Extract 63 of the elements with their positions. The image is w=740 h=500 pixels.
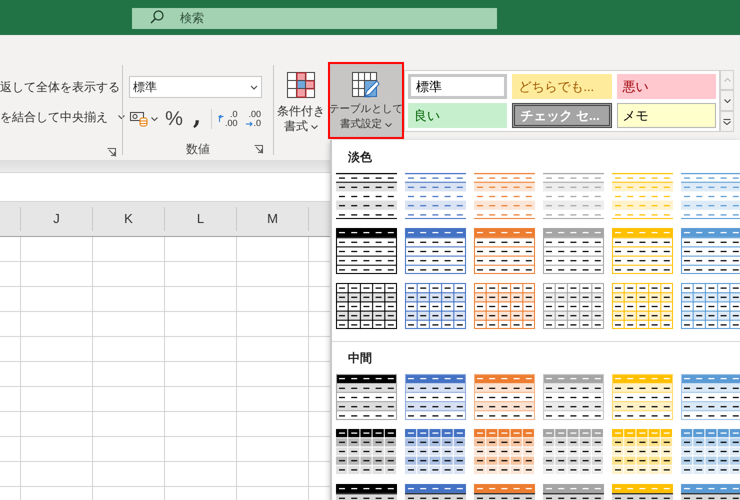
column-header[interactable]: J: [53, 209, 60, 229]
table-style-thumbnail[interactable]: [336, 283, 397, 329]
group-label: 数値: [186, 141, 210, 158]
column-header[interactable]: L: [196, 209, 204, 229]
cell-style-option[interactable]: メモ: [616, 103, 716, 128]
alignment-command[interactable]: 返して全体を表示する: [0, 78, 120, 96]
cell-style-option[interactable]: 良い: [408, 103, 508, 128]
table-style-thumbnail[interactable]: [681, 228, 740, 274]
table-style-thumbnail[interactable]: [405, 228, 466, 274]
increase-decimal-button[interactable]: .0 .00: [218, 108, 238, 130]
caret-icon: [151, 117, 158, 121]
table-style-thumbnail[interactable]: [681, 429, 740, 475]
currency-icon: [130, 111, 148, 127]
column-header[interactable]: K: [124, 209, 133, 229]
table-style-thumbnail[interactable]: [474, 429, 535, 475]
cell-style-option[interactable]: どちらでも...: [512, 74, 612, 99]
expand-icon: [723, 118, 731, 124]
search-icon: [150, 10, 164, 24]
table-style-thumbnail[interactable]: [405, 374, 466, 420]
scroll-down-button[interactable]: [720, 90, 734, 111]
section-heading: 中間: [348, 351, 372, 365]
caret-icon: [118, 115, 125, 119]
table-pen-icon: [352, 72, 380, 98]
right-arrow-icon: [246, 120, 253, 126]
up-caret-icon: [724, 78, 730, 82]
caret-icon: [385, 122, 392, 126]
percent-style-button[interactable]: %: [163, 108, 185, 130]
caret-icon: [250, 84, 258, 90]
table-style-thumbnail[interactable]: [405, 173, 466, 219]
table-style-thumbnail[interactable]: [474, 173, 535, 219]
table-style-thumbnail[interactable]: [405, 429, 466, 475]
table-style-thumbnail[interactable]: [681, 283, 740, 329]
cell-style-option[interactable]: 悪い: [616, 74, 716, 99]
table-style-thumbnail[interactable]: [336, 374, 397, 420]
decrease-decimal-button[interactable]: .00 .0: [246, 108, 262, 130]
dialog-launcher-icon[interactable]: [254, 144, 263, 154]
comma-style-button[interactable]: ,: [189, 104, 205, 126]
table-style-thumbnail[interactable]: [336, 173, 397, 219]
table-style-thumbnail[interactable]: [543, 283, 604, 329]
caret-icon: [724, 98, 730, 102]
table-style-thumbnail[interactable]: [612, 429, 673, 475]
table-style-thumbnail[interactable]: [612, 173, 673, 219]
left-arrow-icon: [218, 115, 224, 123]
table-style-thumbnail[interactable]: [336, 429, 397, 475]
table-style-thumbnail[interactable]: [474, 228, 535, 274]
more-button[interactable]: [720, 111, 734, 132]
dialog-launcher-icon[interactable]: [107, 148, 116, 157]
table-style-thumbnail[interactable]: [543, 228, 604, 274]
table-style-thumbnail[interactable]: [543, 173, 604, 219]
alignment-command[interactable]: を結合して中央揃え: [0, 108, 125, 126]
section-heading: 淡色: [348, 150, 372, 164]
table-style-thumbnail[interactable]: [681, 173, 740, 219]
number-format-dropdown[interactable]: 標準: [129, 76, 262, 98]
conditional-formatting-button[interactable]: 条件付き 書式: [277, 72, 325, 134]
table-style-thumbnail[interactable]: [543, 429, 604, 475]
table-style-thumbnail[interactable]: [474, 283, 535, 329]
conditional-formatting-icon: [287, 72, 315, 98]
table-style-thumbnail[interactable]: [405, 283, 466, 329]
column-header[interactable]: M: [267, 209, 278, 229]
caret-icon: [311, 124, 318, 128]
search-field[interactable]: 検索: [132, 8, 497, 28]
table-style-thumbnail[interactable]: [336, 228, 397, 274]
cell-style-option[interactable]: 標準: [408, 74, 508, 99]
